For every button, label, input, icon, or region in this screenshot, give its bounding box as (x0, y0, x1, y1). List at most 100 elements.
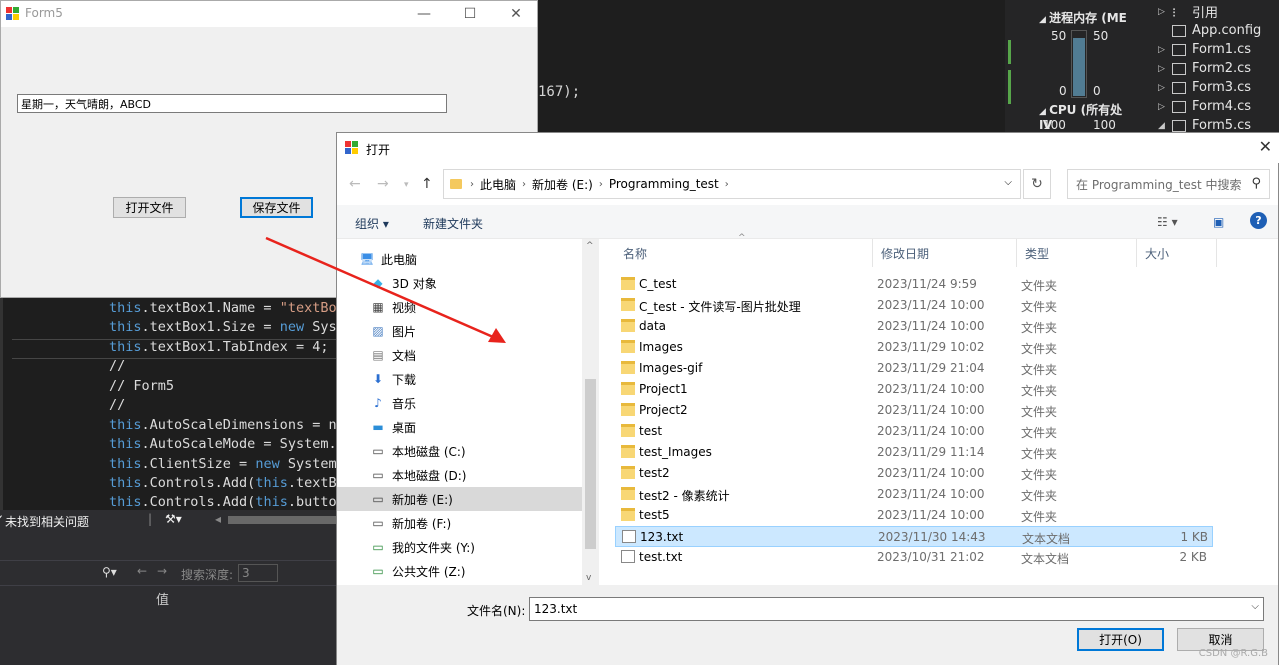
file-type: 文件夹 (1021, 510, 1058, 524)
back-icon[interactable]: ← (349, 176, 361, 192)
form5-titlebar[interactable]: Form5 — ☐ ✕ (1, 1, 537, 27)
solution-item-references[interactable]: ▷ ⁝ 引用 (1130, 2, 1279, 22)
horizontal-scrollbar[interactable] (228, 516, 336, 524)
file-row[interactable]: Images 2023/11/29 10:02 文件夹 (615, 337, 1213, 358)
file-row[interactable]: data 2023/11/24 10:00 文件夹 (615, 316, 1213, 337)
scroll-up-icon[interactable]: ^ (586, 241, 594, 251)
solution-item-form1[interactable]: ▷ Form1.cs (1130, 40, 1279, 59)
drive-icon: ▭ (372, 492, 384, 506)
editor-gutter (1005, 0, 1035, 132)
minimize-icon[interactable]: — (401, 1, 447, 27)
nav-item[interactable]: ▭ 本地磁盘 (C:) (337, 439, 582, 463)
nav-item[interactable]: ▭ 新加卷 (F:) (337, 511, 582, 535)
scroll-left-icon[interactable]: ◂ (215, 512, 221, 526)
file-date: 2023/11/24 10:00 (877, 319, 985, 333)
file-row[interactable]: 123.txt 2023/11/30 14:43 文本文档 1 KB (615, 526, 1213, 547)
code-editor-top: 167); (538, 0, 1008, 132)
solution-item-form2[interactable]: ▷ Form2.cs (1130, 59, 1279, 78)
scrollbar-thumb[interactable] (585, 379, 596, 549)
filename-input[interactable]: 123.txt ⌵ (529, 597, 1264, 621)
solution-item-app-config[interactable]: App.config (1130, 21, 1279, 40)
code-fragment: 167); (538, 84, 581, 100)
file-list-scrollbar[interactable] (1253, 239, 1278, 585)
file-row[interactable]: test5 2023/11/24 10:00 文件夹 (615, 505, 1213, 526)
close-icon[interactable]: ✕ (493, 1, 539, 27)
file-name: Project1 (639, 382, 688, 396)
file-name: C_test (639, 277, 677, 291)
column-size[interactable]: 大小 (1137, 239, 1217, 267)
file-name: test2 (639, 466, 670, 480)
nav-item[interactable]: ▭ 公共文件 (Z:) (337, 559, 582, 583)
file-row[interactable]: Project1 2023/11/24 10:00 文件夹 (615, 379, 1213, 400)
folder-icon (621, 298, 635, 311)
file-row[interactable]: test_Images 2023/11/29 11:14 文件夹 (615, 442, 1213, 463)
up-icon[interactable]: ↑ (421, 176, 433, 192)
nav-item[interactable]: ▭ 新加卷 (E:) (337, 487, 582, 511)
column-date[interactable]: 修改日期 (873, 239, 1017, 267)
forward-icon[interactable]: → (157, 564, 167, 578)
text-box[interactable]: 星期一，天气晴朗，ABCD (17, 94, 447, 113)
form-file-icon (1172, 100, 1186, 113)
forward-icon[interactable]: → (377, 176, 389, 192)
close-icon[interactable]: ✕ (1259, 137, 1272, 156)
search-depth-label: 搜索深度: (181, 568, 234, 582)
file-row[interactable]: test 2023/11/24 10:00 文件夹 (615, 421, 1213, 442)
breadcrumb-this-pc[interactable]: 此电脑 (480, 176, 516, 193)
open-file-button[interactable]: 打开文件 (113, 197, 186, 218)
watermark: CSDN @R.G.B (1198, 648, 1268, 659)
file-row[interactable]: test2 - 像素统计 2023/11/24 10:00 文件夹 (615, 484, 1213, 505)
code-line: this.Controls.Add(this.textBo (109, 475, 345, 491)
breadcrumb-programming-test[interactable]: Programming_test (609, 177, 719, 191)
back-icon[interactable]: ← (137, 564, 147, 578)
scroll-down-icon[interactable]: v (586, 573, 591, 583)
folder-icon (621, 466, 635, 479)
file-row[interactable]: Project2 2023/11/24 10:00 文件夹 (615, 400, 1213, 421)
file-date: 2023/11/24 10:00 (877, 466, 985, 480)
nav-item[interactable]: ▬ 桌面 (337, 415, 582, 439)
solution-item-form3[interactable]: ▷ Form3.cs (1130, 78, 1279, 97)
solution-item-form4[interactable]: ▷ Form4.cs (1130, 97, 1279, 116)
brush-icon[interactable]: ⚒▾ (165, 512, 182, 526)
refresh-icon[interactable]: ↻ (1023, 169, 1051, 199)
value-column-header[interactable]: 值 (0, 586, 336, 608)
chevron-down-icon[interactable]: ⌵ (1251, 601, 1259, 612)
code-line: // Form5 (109, 378, 175, 394)
search-icon[interactable]: ⚲▾ (102, 565, 117, 579)
folder-icon (621, 424, 635, 437)
view-options-icon[interactable]: ☷ ▾ (1157, 215, 1178, 229)
column-type[interactable]: 类型 (1017, 239, 1137, 267)
breadcrumb-drive-e[interactable]: 新加卷 (E:) (532, 176, 593, 193)
red-arrow (265, 236, 506, 343)
chevron-down-icon[interactable]: ⌵ (1004, 177, 1012, 188)
search-depth-select[interactable]: 3 (238, 564, 278, 582)
nav-item[interactable]: ♪ 音乐 (337, 391, 582, 415)
file-row[interactable]: test2 2023/11/24 10:00 文件夹 (615, 463, 1213, 484)
dialog-titlebar[interactable]: 打开 ✕ (337, 133, 1279, 163)
nav-item[interactable]: ▭ 我的文件夹 (Y:) (337, 535, 582, 559)
maximize-icon[interactable]: ☐ (447, 1, 493, 27)
folder-icon (621, 487, 635, 500)
memory-scale: 50 (1051, 29, 1067, 43)
search-input[interactable]: 在 Programming_test 中搜索 ⚲ (1067, 169, 1270, 199)
nav-item-label: 我的文件夹 (Y:) (392, 540, 475, 555)
drive-c-icon: ▭ (372, 444, 384, 458)
code-line: // (109, 397, 126, 413)
help-icon[interactable]: ? (1250, 212, 1267, 229)
file-row[interactable]: test.txt 2023/10/31 21:02 文本文档 2 KB (615, 547, 1213, 568)
file-date: 2023/11/24 10:00 (877, 508, 985, 522)
preview-pane-icon[interactable]: ▣ (1213, 215, 1224, 229)
issues-status[interactable]: 未找到相关问题 (5, 513, 89, 530)
nav-pane-scrollbar[interactable]: ^ v (582, 239, 599, 585)
nav-item[interactable]: ⬇ 下载 (337, 367, 582, 391)
save-file-button[interactable]: 保存文件 (240, 197, 313, 218)
nav-item[interactable]: ▭ 本地磁盘 (D:) (337, 463, 582, 487)
file-row[interactable]: C_test 2023/11/24 9:59 文件夹 (615, 274, 1213, 295)
cpu-scale: 100 (1093, 118, 1116, 132)
file-row[interactable]: C_test - 文件读写-图片批处理 2023/11/24 10:00 文件夹 (615, 295, 1213, 316)
column-name[interactable]: 名称 (615, 239, 873, 267)
file-row[interactable]: Images-gif 2023/11/29 21:04 文件夹 (615, 358, 1213, 379)
recent-locations-icon[interactable]: ▾ (404, 180, 409, 190)
change-marker (1008, 70, 1011, 104)
open-button[interactable]: 打开(O) (1077, 628, 1164, 651)
address-bar[interactable]: › 此电脑 › 新加卷 (E:) › Programming_test › ⌵ (443, 169, 1021, 199)
